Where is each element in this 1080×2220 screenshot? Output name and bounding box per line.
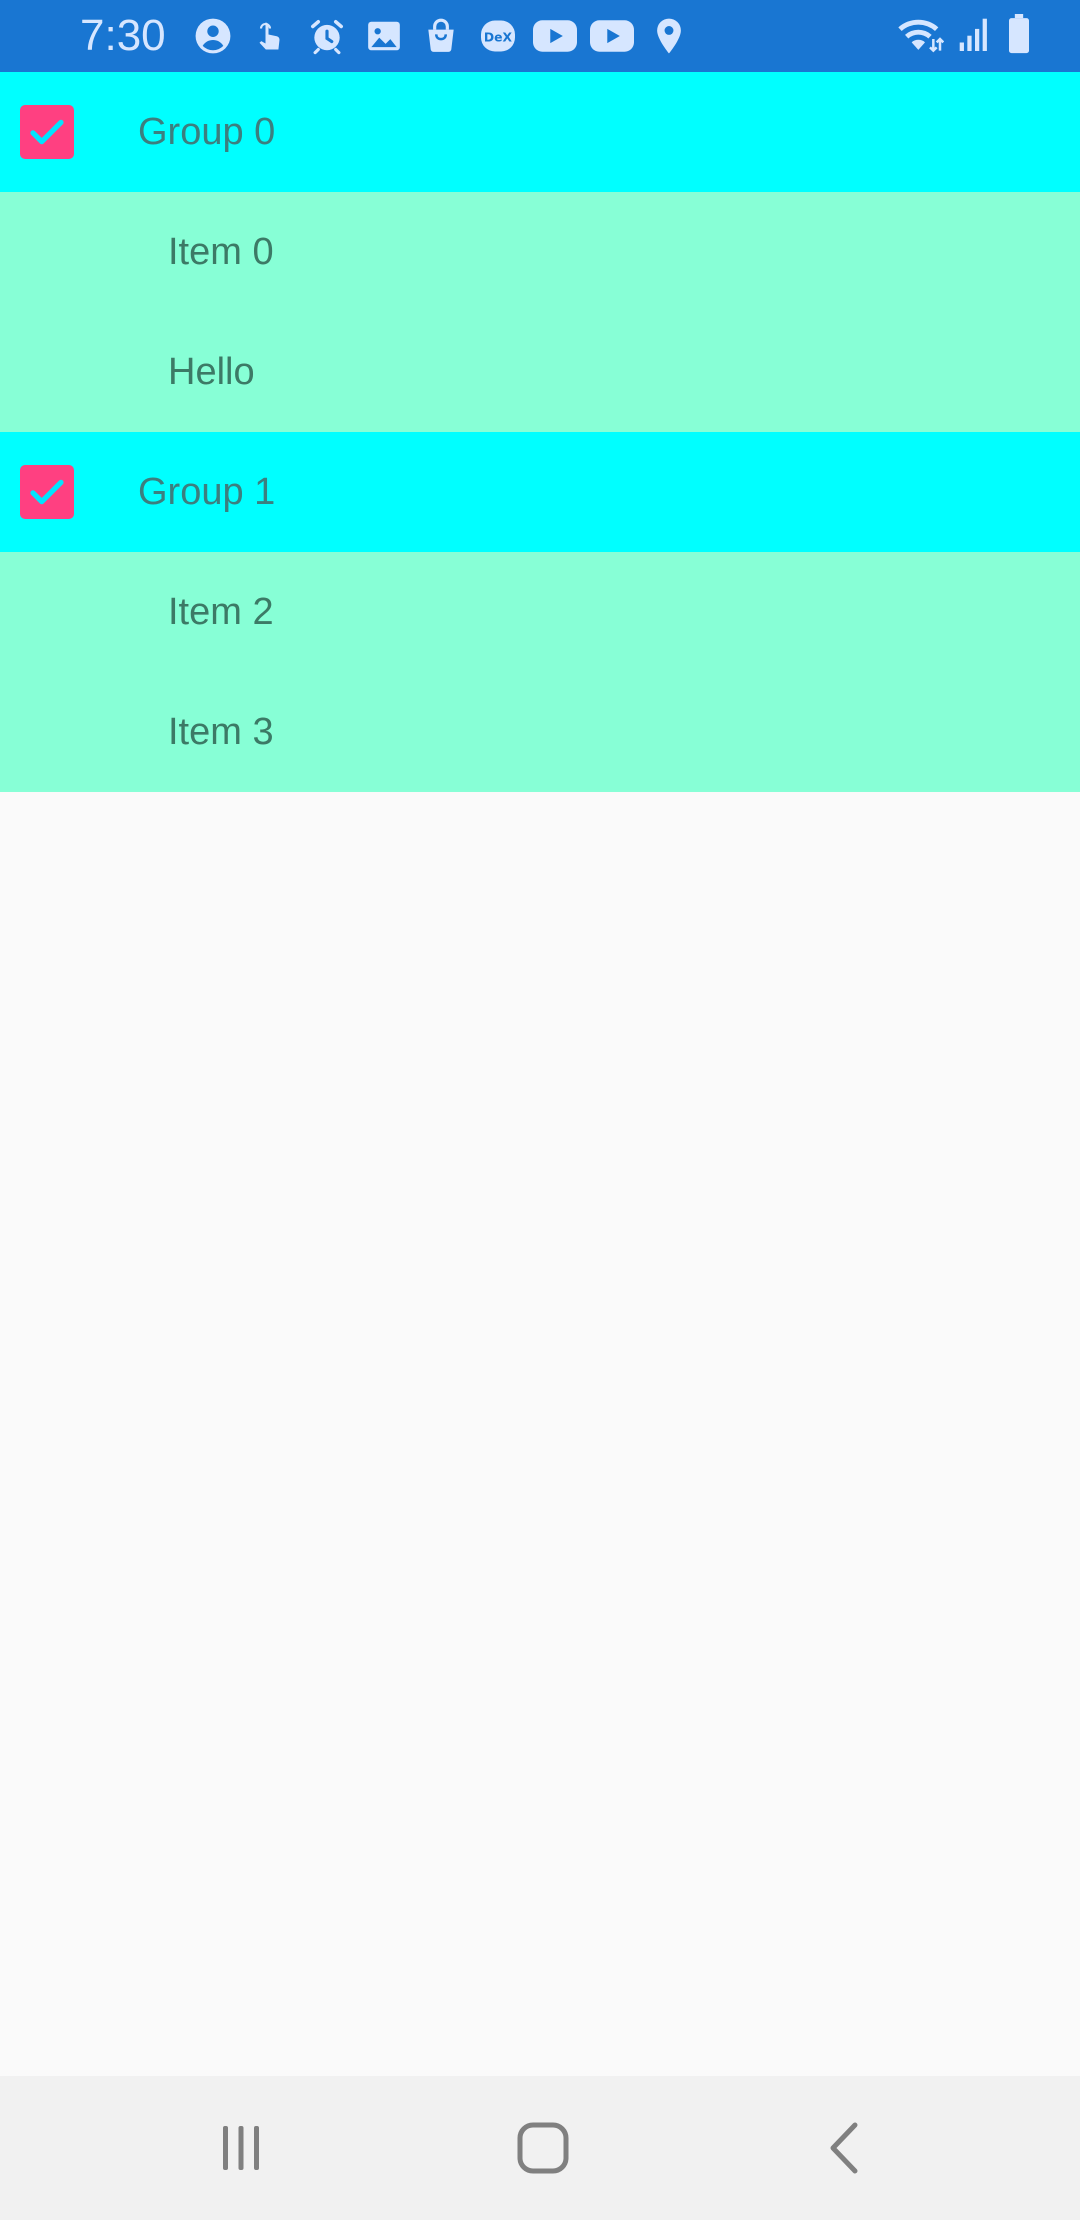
- system-icons: [896, 14, 1032, 58]
- item-label: Item 2: [168, 591, 274, 633]
- list-item[interactable]: Item 0: [0, 192, 1080, 312]
- wifi-icon: [896, 14, 945, 58]
- group-row[interactable]: Group 1: [0, 432, 1080, 552]
- gallery-image-icon: [355, 16, 412, 56]
- dex-text: DeX: [483, 30, 512, 44]
- status-bar: 7:30 DeX: [0, 0, 1080, 72]
- shopping-bag-icon: [412, 16, 469, 56]
- list-item[interactable]: Hello: [0, 312, 1080, 432]
- expandable-list: Group 0 Item 0 Hello Group 1 Item 2 Item…: [0, 72, 1080, 792]
- group-row[interactable]: Group 0: [0, 72, 1080, 192]
- check-icon: [30, 119, 64, 145]
- list-item[interactable]: Item 3: [0, 672, 1080, 792]
- status-time: 7:30: [80, 11, 166, 60]
- youtube-icon: [526, 16, 583, 56]
- screen: 7:30 DeX Group 0 Item 0 Hello Group 1 It…: [0, 0, 1080, 2220]
- list-item[interactable]: Item 2: [0, 552, 1080, 672]
- item-label: Hello: [168, 351, 255, 393]
- group-checkbox[interactable]: [20, 105, 74, 159]
- notification-icons: DeX: [184, 16, 697, 56]
- group-label: Group 0: [138, 111, 276, 153]
- location-pin-icon: [640, 16, 697, 56]
- signal-icon: [958, 15, 992, 57]
- group-label: Group 1: [138, 471, 276, 513]
- touch-hand-icon: [241, 16, 298, 56]
- item-label: Item 3: [168, 711, 274, 753]
- group-checkbox[interactable]: [20, 465, 74, 519]
- back-icon: [830, 2122, 858, 2174]
- battery-icon: [1006, 14, 1032, 58]
- dex-icon: DeX: [469, 16, 526, 56]
- back-button[interactable]: [765, 2076, 925, 2220]
- home-button[interactable]: [463, 2076, 623, 2220]
- home-icon: [517, 2122, 569, 2174]
- account-circle-icon: [184, 16, 241, 56]
- youtube-icon: [583, 16, 640, 56]
- recents-icon: [223, 2126, 259, 2170]
- navigation-bar: [0, 2076, 1080, 2220]
- item-label: Item 0: [168, 231, 274, 273]
- alarm-icon: [298, 16, 355, 56]
- recents-button[interactable]: [161, 2076, 321, 2220]
- check-icon: [30, 479, 64, 505]
